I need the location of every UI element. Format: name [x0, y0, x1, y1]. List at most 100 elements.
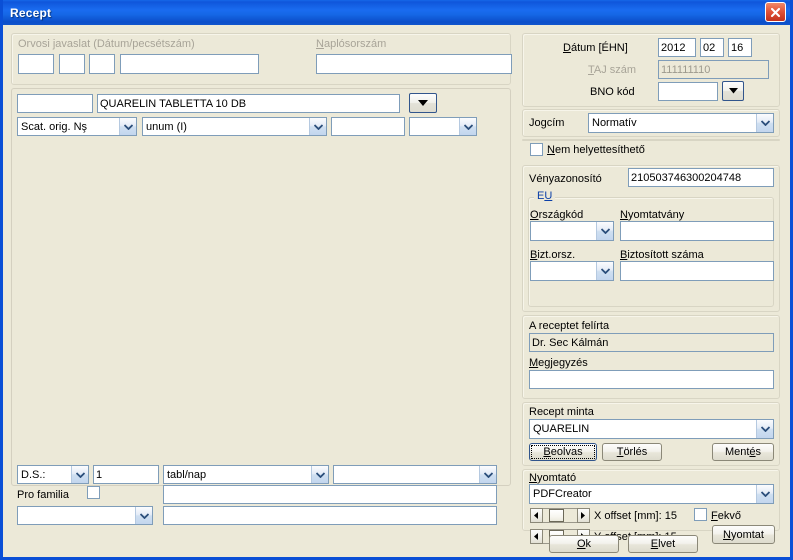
medication-code-input[interactable]	[17, 94, 93, 113]
date-label: Dátum [ÉHN]	[563, 42, 628, 54]
advice-date-field-3[interactable]	[89, 54, 115, 74]
dropdown-arrow-icon	[418, 99, 428, 106]
jogcim-label: Jogcím	[529, 117, 565, 129]
dosage-amount-input[interactable]: 1	[93, 465, 159, 484]
x-offset-slider[interactable]	[530, 508, 590, 523]
prescriber-value: Dr. Sec Kálmán	[529, 333, 774, 352]
note-label: Megjegyzés	[529, 357, 588, 369]
bno-input[interactable]	[658, 82, 718, 101]
jogcim-value: Normatív	[592, 117, 637, 129]
date-month-input[interactable]: 02	[700, 38, 724, 57]
advice-stamp-number-field[interactable]	[120, 54, 259, 74]
chevron-down-icon	[756, 114, 773, 132]
template-save-button[interactable]: Mentés	[712, 443, 774, 461]
pro-familia-checkbox[interactable]	[87, 486, 100, 499]
chevron-down-icon	[311, 466, 328, 483]
chevron-down-icon	[596, 262, 613, 280]
dosage-extra-combo[interactable]	[333, 465, 497, 484]
landscape-label: Fekvő	[711, 510, 741, 522]
no-substitute-checkbox[interactable]	[530, 143, 543, 156]
print-button[interactable]: Nyomtat	[712, 525, 775, 544]
ok-button-label: Ok	[576, 538, 592, 550]
dosage-ds-combo[interactable]: D.S.:	[17, 465, 89, 484]
template-save-label: Mentés	[724, 446, 762, 458]
pro-familia-note-input[interactable]	[163, 485, 497, 504]
medication-quantity-combo[interactable]: unum (I)	[142, 117, 327, 136]
dropdown-arrow-icon	[728, 88, 738, 94]
x-offset-thumb[interactable]	[549, 509, 564, 522]
ok-button[interactable]: Ok	[549, 535, 619, 553]
date-year-input[interactable]: 2012	[658, 38, 696, 57]
chevron-down-icon	[135, 507, 152, 524]
template-delete-label: Törlés	[616, 446, 648, 458]
chevron-down-icon	[756, 485, 773, 503]
prescriber-label: A receptet felírta	[529, 320, 610, 332]
dosage-unit-value: tabl/nap	[167, 468, 207, 481]
template-label: Recept minta	[529, 406, 594, 418]
date-day-input[interactable]: 16	[728, 38, 752, 57]
dosage-ds-value: D.S.:	[21, 468, 46, 481]
prescription-id-label: Vényazonosító	[529, 173, 602, 185]
chevron-down-icon	[459, 118, 476, 135]
title-bar: Recept	[3, 0, 790, 26]
landscape-checkbox[interactable]	[694, 508, 707, 521]
close-button[interactable]	[765, 2, 786, 22]
template-combo[interactable]: QUARELIN	[529, 419, 774, 439]
medication-form-combo[interactable]: Scat. orig. Nş	[17, 117, 137, 136]
dosage-bottom-combo[interactable]	[17, 506, 153, 525]
x-offset-label: X offset [mm]: 15	[594, 510, 677, 522]
journal-number-input[interactable]	[316, 54, 512, 74]
medication-form-value: Scat. orig. Nş	[21, 120, 88, 133]
advice-date-field-2[interactable]	[59, 54, 85, 74]
country-code-combo[interactable]	[530, 221, 614, 241]
template-value: QUARELIN	[533, 423, 590, 435]
eu-legend: EU	[534, 191, 556, 202]
bno-lookup-button[interactable]	[722, 81, 744, 101]
medication-panel	[11, 88, 511, 486]
printform-input[interactable]	[620, 221, 774, 241]
slider-right-arrow-icon[interactable]	[577, 508, 590, 523]
cancel-button-label: Elvet	[650, 538, 676, 550]
pro-familia-label: Pro familia	[17, 489, 69, 501]
chevron-down-icon	[479, 466, 496, 483]
template-load-button[interactable]: Beolvas	[529, 443, 597, 461]
advice-date-field-1[interactable]	[18, 54, 54, 74]
medication-extra-input[interactable]	[331, 117, 405, 136]
x-offset-track[interactable]	[543, 508, 577, 523]
medication-name-input[interactable]: QUARELIN TABLETTA 10 DB	[97, 94, 400, 113]
no-substitute-group	[522, 139, 780, 141]
dosage-bottom-note-input[interactable]	[163, 506, 497, 525]
no-substitute-label: Nem helyettesíthető	[547, 144, 645, 156]
chevron-down-icon	[119, 118, 136, 135]
print-button-label: Nyomtat	[723, 528, 764, 541]
taj-input: 111111110	[658, 60, 769, 79]
cancel-button[interactable]: Elvet	[628, 535, 698, 553]
jogcim-combo[interactable]: Normatív	[588, 113, 774, 133]
slider-left-arrow-icon[interactable]	[530, 529, 543, 544]
close-x-icon	[770, 7, 781, 17]
dosage-unit-combo[interactable]: tabl/nap	[163, 465, 329, 484]
slider-left-arrow-icon[interactable]	[530, 508, 543, 523]
medication-quantity-value: unum (I)	[146, 120, 187, 133]
window-title: Recept	[10, 5, 52, 20]
chevron-down-icon	[309, 118, 326, 135]
template-delete-button[interactable]: Törlés	[602, 443, 662, 461]
medication-extra-combo[interactable]	[409, 117, 477, 136]
insurer-country-combo[interactable]	[530, 261, 614, 281]
prescription-id-input[interactable]: 210503746300204748	[628, 168, 774, 187]
dialog-client-area: Orvosi javaslat (Dátum/pecsétszám) Napló…	[3, 25, 790, 557]
bno-label: BNO kód	[590, 86, 635, 98]
template-load-label: Beolvas	[543, 446, 583, 458]
printer-value: PDFCreator	[533, 488, 592, 500]
taj-label: TAJ szám	[588, 64, 637, 76]
chevron-down-icon	[596, 222, 613, 240]
medical-advice-legend: Orvosi javaslat (Dátum/pecsétszám)	[18, 38, 195, 50]
recept-dialog-window: Recept Orvosi javaslat (Dátum/pecsétszám…	[0, 0, 793, 560]
chevron-down-icon	[71, 466, 88, 483]
journal-number-label: Naplósorszám	[316, 38, 387, 50]
note-input[interactable]	[529, 370, 774, 389]
chevron-down-icon	[756, 420, 773, 438]
insured-number-input[interactable]	[620, 261, 774, 281]
medication-lookup-button[interactable]	[409, 93, 437, 113]
printer-combo[interactable]: PDFCreator	[529, 484, 774, 504]
